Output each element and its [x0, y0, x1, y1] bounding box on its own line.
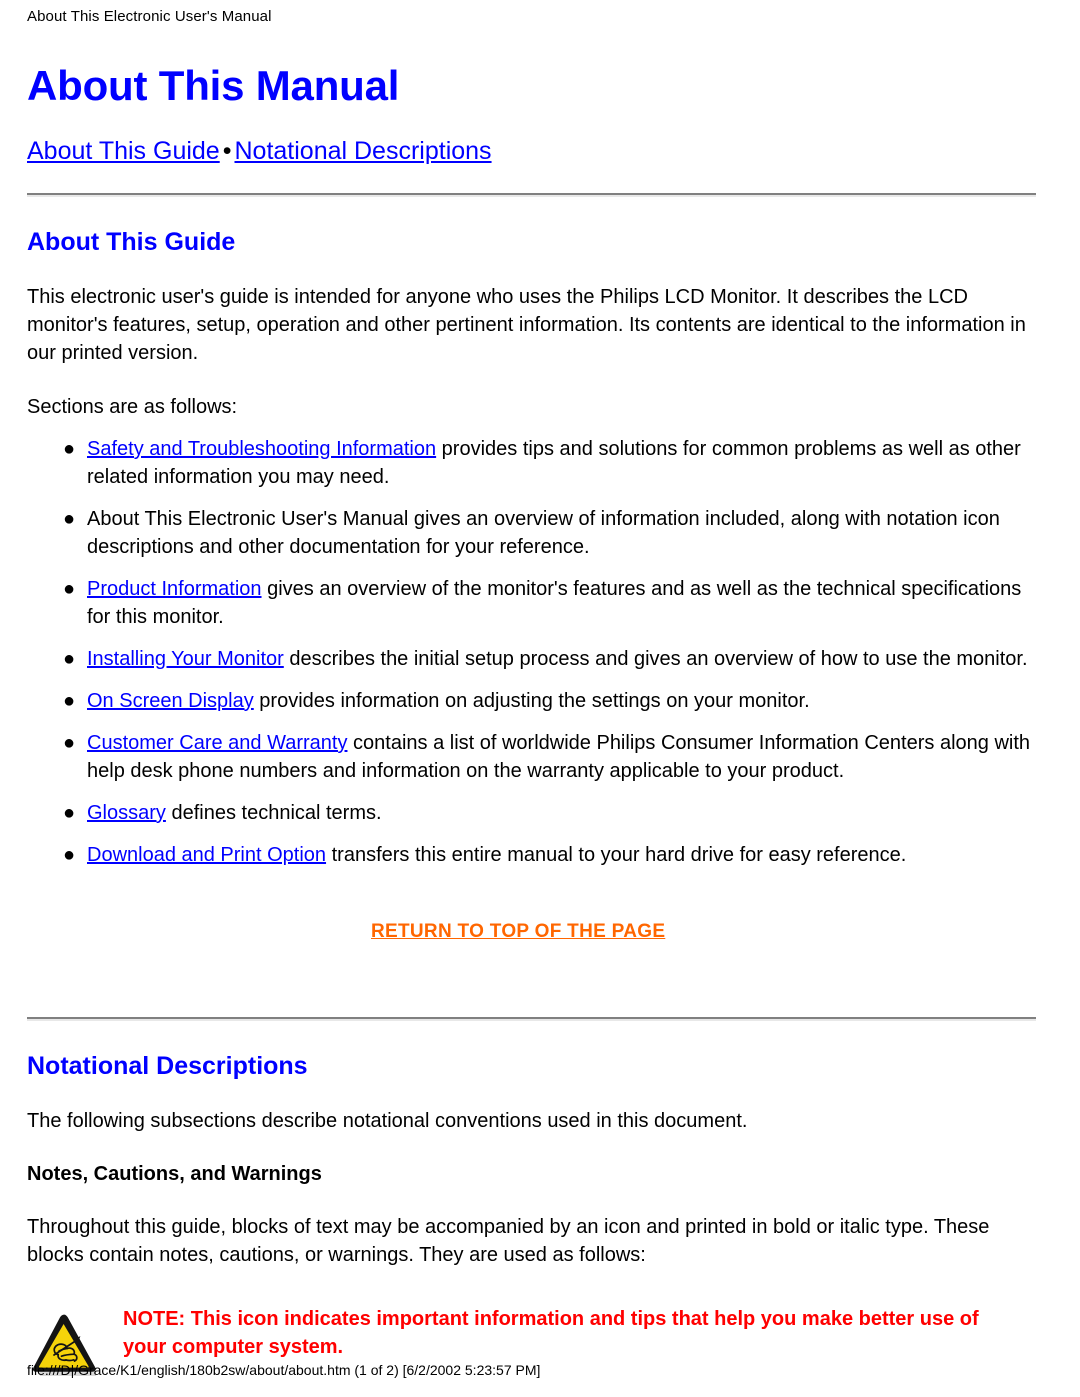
divider-top	[27, 193, 1036, 197]
list-item-text: transfers this entire manual to your har…	[326, 844, 907, 866]
list-item-text: About This Electronic User's Manual give…	[87, 508, 1000, 558]
list-item: ● Customer Care and Warranty contains a l…	[27, 729, 1039, 785]
nav-link-about-this-guide[interactable]: About This Guide	[27, 137, 220, 165]
link-installing-your-monitor[interactable]: Installing Your Monitor	[87, 648, 284, 670]
subheading-notes-cautions-warnings: Notes, Cautions, and Warnings	[27, 1163, 322, 1185]
return-to-top-link[interactable]: RETURN TO TOP OF THE PAGE	[371, 921, 665, 942]
list-item: ● Safety and Troubleshooting Information …	[27, 435, 1039, 491]
list-item: ● On Screen Display provides information …	[27, 687, 1039, 715]
list-item-text: defines technical terms.	[165, 802, 382, 824]
link-glossary[interactable]: Glossary	[87, 802, 166, 824]
list-bullet-icon: ●	[63, 578, 76, 600]
list-item-text: provides information on adjusting the se…	[253, 690, 810, 712]
list-item: ● About This Electronic User's Manual giv…	[27, 505, 1039, 561]
page-header: About This Electronic User's Manual	[27, 8, 272, 25]
link-safety-and-troubleshooting-information[interactable]: Safety and Troubleshooting Information	[87, 438, 436, 460]
guide-intro-paragraph: This electronic user's guide is intended…	[27, 286, 1026, 364]
list-item: ● Installing Your Monitor describes the i…	[27, 645, 1039, 673]
list-item: ● Download and Print Option transfers thi…	[27, 841, 1039, 869]
list-bullet-icon: ●	[63, 508, 76, 530]
list-bullet-icon: ●	[63, 648, 76, 670]
return-to-top-container: RETURN TO TOP OF THE PAGE	[27, 921, 1039, 943]
note-text: NOTE: This icon indicates important info…	[123, 1308, 979, 1358]
nav-separator: •	[222, 137, 232, 165]
guide-sections-list: ● Safety and Troubleshooting Information …	[27, 435, 1039, 869]
notational-body-paragraph: Throughout this guide, blocks of text ma…	[27, 1216, 990, 1266]
guide-sections-lead: Sections are as follows:	[27, 396, 238, 418]
page-footer-path: file:///D|/Grace/K1/english/180b2sw/abou…	[27, 1362, 541, 1378]
page-title: About This Manual	[27, 62, 400, 109]
notational-intro-paragraph: The following subsections describe notat…	[27, 1110, 748, 1132]
list-bullet-icon: ●	[63, 802, 76, 824]
link-download-and-print-option[interactable]: Download and Print Option	[87, 844, 326, 866]
link-product-information[interactable]: Product Information	[87, 578, 262, 600]
link-on-screen-display[interactable]: On Screen Display	[87, 690, 254, 712]
list-item: ● Glossary defines technical terms.	[27, 799, 1039, 827]
list-item-text: describes the initial setup process and …	[283, 648, 1028, 670]
list-bullet-icon: ●	[63, 732, 76, 754]
link-customer-care-and-warranty[interactable]: Customer Care and Warranty	[87, 732, 347, 754]
list-item: ● Product Information gives an overview o…	[27, 575, 1039, 631]
list-bullet-icon: ●	[63, 690, 76, 712]
document-content: About This Manual About This Guide • Notat…	[27, 62, 1039, 1379]
list-bullet-icon: ●	[63, 844, 76, 866]
section-heading-about-this-guide: About This Guide	[27, 228, 236, 256]
divider-bottom	[27, 1017, 1036, 1021]
list-bullet-icon: ●	[63, 438, 76, 460]
section-heading-notational-descriptions: Notational Descriptions	[27, 1052, 308, 1080]
nav-link-notational-descriptions[interactable]: Notational Descriptions	[234, 137, 491, 165]
breadcrumb-nav: About This Guide • Notational Descriptions	[27, 136, 1039, 166]
